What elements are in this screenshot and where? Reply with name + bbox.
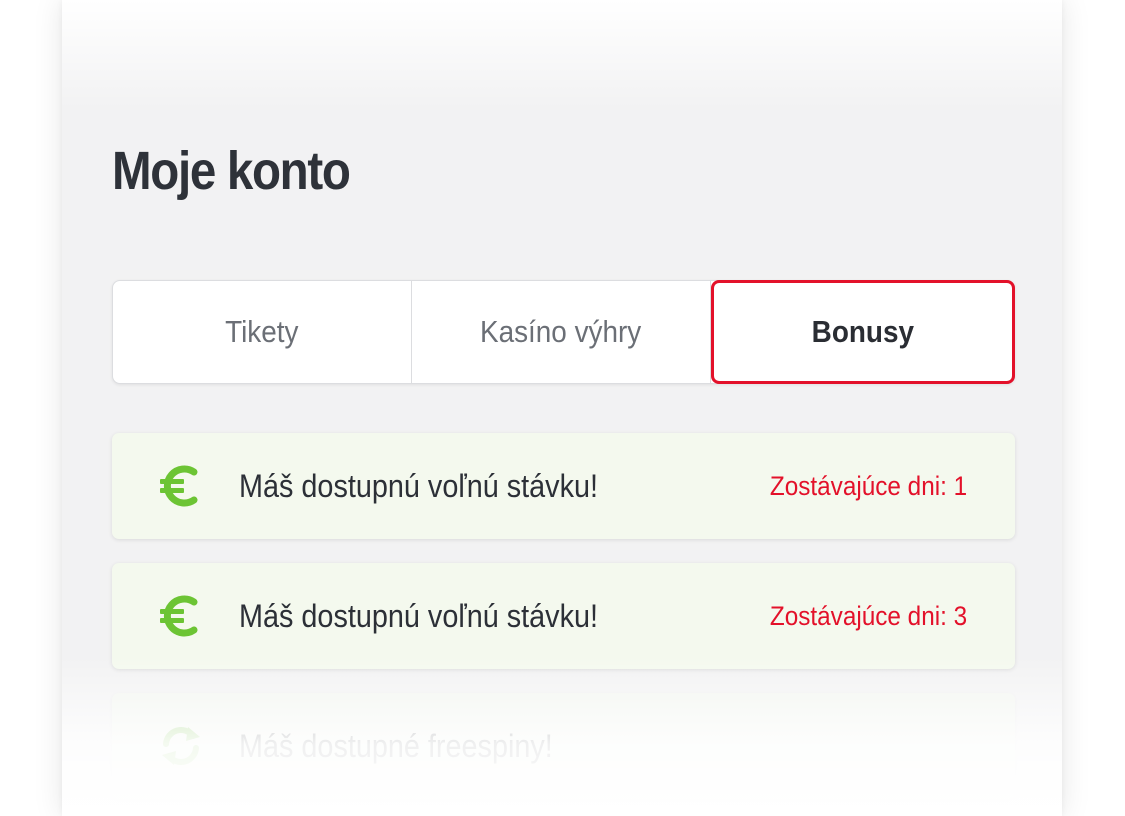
bonus-card[interactable]: Máš dostupnú voľnú stávku! Zostávajúce d… [112, 433, 1015, 539]
refresh-icon [158, 723, 204, 769]
euro-icon [158, 463, 204, 509]
tab-kasino-vyhry[interactable]: Kasíno výhry [412, 281, 711, 383]
bonus-message: Máš dostupnú voľnú stávku! [239, 597, 599, 634]
top-fade [62, 0, 1062, 110]
tab-tikety[interactable]: Tikety [113, 281, 412, 383]
bonus-message: Máš dostupné freespiny! [239, 727, 553, 764]
bonus-card[interactable]: Máš dostupné freespiny! [112, 693, 1015, 799]
tab-label: Bonusy [811, 314, 915, 349]
bonus-list: Máš dostupnú voľnú stávku! Zostávajúce d… [112, 433, 1015, 816]
account-panel: Moje konto Tikety Kasíno výhry Bonusy Má… [62, 0, 1062, 816]
euro-icon [158, 593, 204, 639]
tab-bonusy[interactable]: Bonusy [711, 280, 1015, 384]
page-title: Moje konto [112, 141, 351, 201]
bonus-card[interactable]: Máš dostupnú voľnú stávku! Zostávajúce d… [112, 563, 1015, 669]
bonus-message: Máš dostupnú voľnú stávku! [239, 467, 599, 504]
account-tabs: Tikety Kasíno výhry Bonusy [112, 280, 1015, 384]
tab-label: Kasíno výhry [480, 314, 642, 349]
tab-label: Tikety [225, 314, 299, 349]
remaining-days: Zostávajúce dni: 3 [769, 600, 967, 631]
remaining-days: Zostávajúce dni: 1 [769, 470, 967, 501]
